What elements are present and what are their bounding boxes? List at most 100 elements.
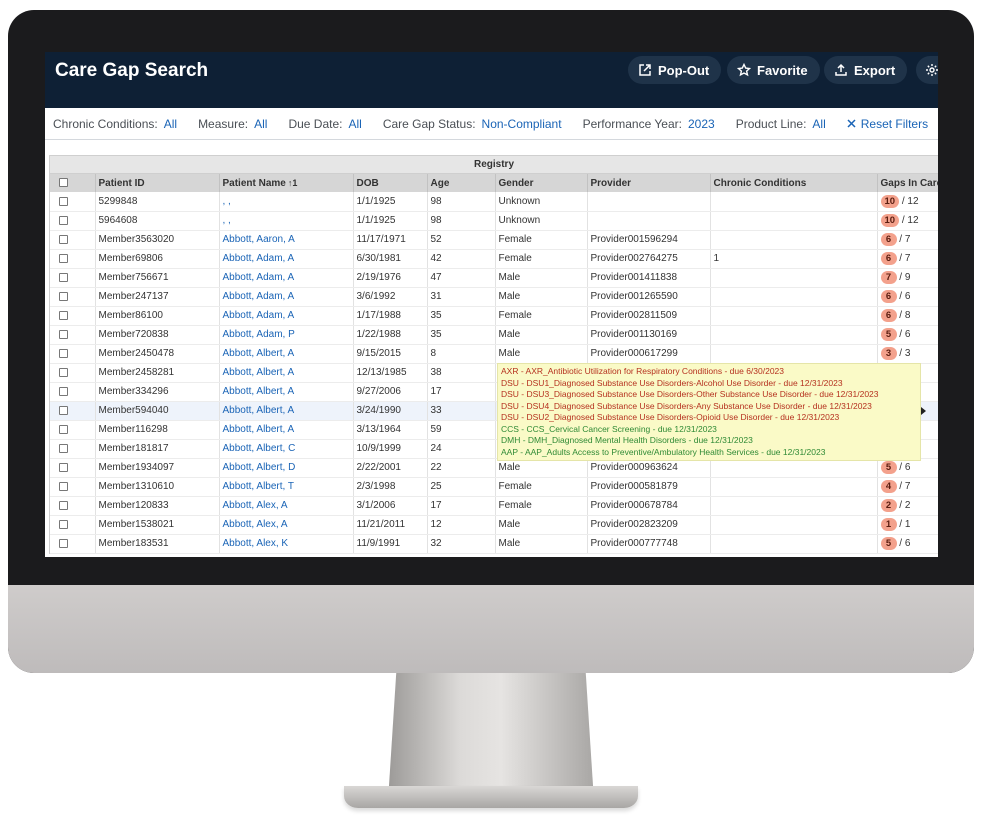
open-gaps-badge[interactable]: 4 <box>880 480 897 493</box>
open-gaps-badge[interactable]: 5 <box>880 328 897 341</box>
col-patient-id[interactable]: Patient ID <box>95 174 220 192</box>
row-checkbox[interactable] <box>59 424 68 434</box>
col-gaps-in-care[interactable]: Gaps In Care <box>877 174 938 192</box>
table-row[interactable]: Member86100 Abbott, Adam, A 1/17/1988 35 Fem… <box>50 306 938 326</box>
select-all-checkbox[interactable] <box>59 178 68 188</box>
export-button[interactable]: Export <box>824 56 908 84</box>
row-checkbox[interactable] <box>59 462 68 472</box>
col-dob[interactable]: DOB <box>353 174 428 192</box>
patient-name-link[interactable]: Abbott, Alex, K <box>219 534 354 554</box>
patient-name-link[interactable]: , , <box>219 211 354 231</box>
patient-name-link[interactable]: Abbott, Albert, T <box>219 477 354 497</box>
gaps-in-care-cell[interactable]: 6 / 7 <box>877 249 938 269</box>
gaps-in-care-cell[interactable]: 5 / 6 <box>877 325 938 345</box>
table-row[interactable]: Member1310610 Abbott, Albert, T 2/3/1998 25… <box>50 477 938 497</box>
table-row[interactable]: Member120833 Abbott, Alex, A 3/1/2006 17 Fem… <box>50 496 938 516</box>
row-checkbox[interactable] <box>59 481 68 491</box>
gaps-in-care-cell[interactable]: 10 / 12 <box>877 192 938 212</box>
patient-name-link[interactable]: Abbott, Alex, A <box>219 515 354 535</box>
table-row[interactable]: Member720838 Abbott, Adam, P 1/22/1988 35 Ma… <box>50 325 938 345</box>
row-checkbox[interactable] <box>59 386 68 396</box>
open-gaps-badge[interactable]: 6 <box>880 252 897 265</box>
patient-name-link[interactable]: Abbott, Albert, A <box>219 420 354 440</box>
row-checkbox[interactable] <box>59 348 68 358</box>
patient-name-link[interactable]: Abbott, Albert, D <box>219 458 354 478</box>
filter-performance-year[interactable]: Performance Year: 2023 <box>583 117 715 131</box>
open-gaps-badge[interactable]: 2 <box>880 499 897 512</box>
row-select-cell <box>50 515 96 535</box>
row-checkbox[interactable] <box>59 519 68 529</box>
gaps-in-care-cell[interactable]: 6 / 6 <box>877 287 938 307</box>
patient-name-link[interactable]: Abbott, Adam, P <box>219 325 354 345</box>
patient-name-link[interactable]: Abbott, Adam, A <box>219 287 354 307</box>
col-provider[interactable]: Provider <box>587 174 711 192</box>
row-checkbox[interactable] <box>59 291 68 301</box>
patient-name-link[interactable]: Abbott, Adam, A <box>219 268 354 288</box>
open-gaps-badge[interactable]: 6 <box>880 233 897 246</box>
patient-name-link[interactable]: Abbott, Alex, A <box>219 496 354 516</box>
pop-out-button[interactable]: Pop-Out <box>628 56 722 84</box>
chronic-conditions-cell <box>710 515 878 535</box>
patient-name-link[interactable]: , , <box>219 192 354 212</box>
open-gaps-badge[interactable]: 10 <box>880 214 900 227</box>
gaps-in-care-cell[interactable]: 4 / 7 <box>877 477 938 497</box>
filter-due-date[interactable]: Due Date: All <box>288 117 361 131</box>
table-row[interactable]: 5964608, , 1/1/1925 98 Unknown 10 / 12 <box>50 211 938 231</box>
table-row[interactable]: Member183531 Abbott, Alex, K 11/9/1991 32 Ma… <box>50 534 938 554</box>
row-checkbox[interactable] <box>59 538 68 548</box>
open-gaps-badge[interactable]: 10 <box>880 194 900 208</box>
filter-chronic-conditions[interactable]: Chronic Conditions: All <box>53 117 177 131</box>
row-checkbox[interactable] <box>59 253 68 263</box>
gaps-in-care-cell[interactable]: 7 / 9 <box>877 268 938 288</box>
row-checkbox[interactable] <box>59 367 68 377</box>
gaps-in-care-cell[interactable]: 6 / 7 <box>877 230 938 250</box>
filter-product-line[interactable]: Product Line: All <box>736 117 826 131</box>
gaps-in-care-cell[interactable]: 1 / 1 <box>877 515 938 535</box>
row-checkbox[interactable] <box>59 215 68 225</box>
col-gender[interactable]: Gender <box>495 174 588 192</box>
gaps-in-care-cell[interactable]: 6 / 8 <box>877 306 938 326</box>
table-row[interactable]: Member247137 Abbott, Adam, A 3/6/1992 31 Mal… <box>50 287 938 307</box>
row-checkbox[interactable] <box>59 196 68 206</box>
row-checkbox[interactable] <box>59 310 68 320</box>
gaps-in-care-cell[interactable]: 5 / 6 <box>877 534 938 554</box>
row-checkbox[interactable] <box>59 443 68 453</box>
patient-name-link[interactable]: Abbott, Albert, A <box>219 363 354 383</box>
patient-name-link[interactable]: Abbott, Adam, A <box>219 306 354 326</box>
row-checkbox[interactable] <box>59 500 68 510</box>
patient-name-link[interactable]: Abbott, Aaron, A <box>219 230 354 250</box>
table-row[interactable]: Member3563020 Abbott, Aaron, A 11/17/1971 5… <box>50 230 938 250</box>
patient-name-link[interactable]: Abbott, Albert, C <box>219 439 354 459</box>
table-row[interactable]: Member1538021 Abbott, Alex, A 11/21/2011 12… <box>50 515 938 535</box>
favorite-button[interactable]: Favorite <box>727 56 820 84</box>
open-gaps-badge[interactable]: 5 <box>880 461 897 474</box>
patient-name-link[interactable]: Abbott, Adam, A <box>219 249 354 269</box>
open-gaps-badge[interactable]: 1 <box>880 518 897 531</box>
open-gaps-badge[interactable]: 7 <box>880 271 897 284</box>
table-row[interactable]: Member69806 Abbott, Adam, A 6/30/1981 42 Fem… <box>50 249 938 269</box>
settings-button[interactable] <box>916 56 938 84</box>
table-row[interactable]: Member756671 Abbott, Adam, A 2/19/1976 47 Ma… <box>50 268 938 288</box>
col-chronic-conditions[interactable]: Chronic Conditions <box>710 174 878 192</box>
open-gaps-badge[interactable]: 3 <box>880 347 897 360</box>
row-checkbox[interactable] <box>59 405 68 415</box>
col-age[interactable]: Age <box>427 174 496 192</box>
open-gaps-badge[interactable]: 5 <box>880 537 897 550</box>
table-row[interactable]: 5299848, , 1/1/1925 98 Unknown 10 / 12 <box>50 192 938 212</box>
filter-measure[interactable]: Measure: All <box>198 117 267 131</box>
gaps-in-care-cell[interactable]: 10 / 12 <box>877 211 938 231</box>
open-gaps-badge[interactable]: 6 <box>880 309 897 322</box>
patient-name-link[interactable]: Abbott, Albert, A <box>219 344 354 364</box>
patient-name-link[interactable]: Abbott, Albert, A <box>219 401 354 421</box>
gaps-in-care-cell[interactable]: 3 / 3 <box>877 344 938 364</box>
reset-filters-button[interactable]: Reset Filters <box>847 117 928 131</box>
patient-name-link[interactable]: Abbott, Albert, A <box>219 382 354 402</box>
row-checkbox[interactable] <box>59 329 68 339</box>
col-patient-name[interactable]: Patient Name ↑1 <box>219 174 354 192</box>
open-gaps-badge[interactable]: 6 <box>880 290 897 303</box>
row-checkbox[interactable] <box>59 272 68 282</box>
gaps-in-care-cell[interactable]: 2 / 2 <box>877 496 938 516</box>
table-row[interactable]: Member2450478 Abbott, Albert, A 9/15/2015 8… <box>50 344 938 364</box>
filter-care-gap-status[interactable]: Care Gap Status: Non-Compliant <box>383 117 562 131</box>
row-checkbox[interactable] <box>59 234 68 244</box>
